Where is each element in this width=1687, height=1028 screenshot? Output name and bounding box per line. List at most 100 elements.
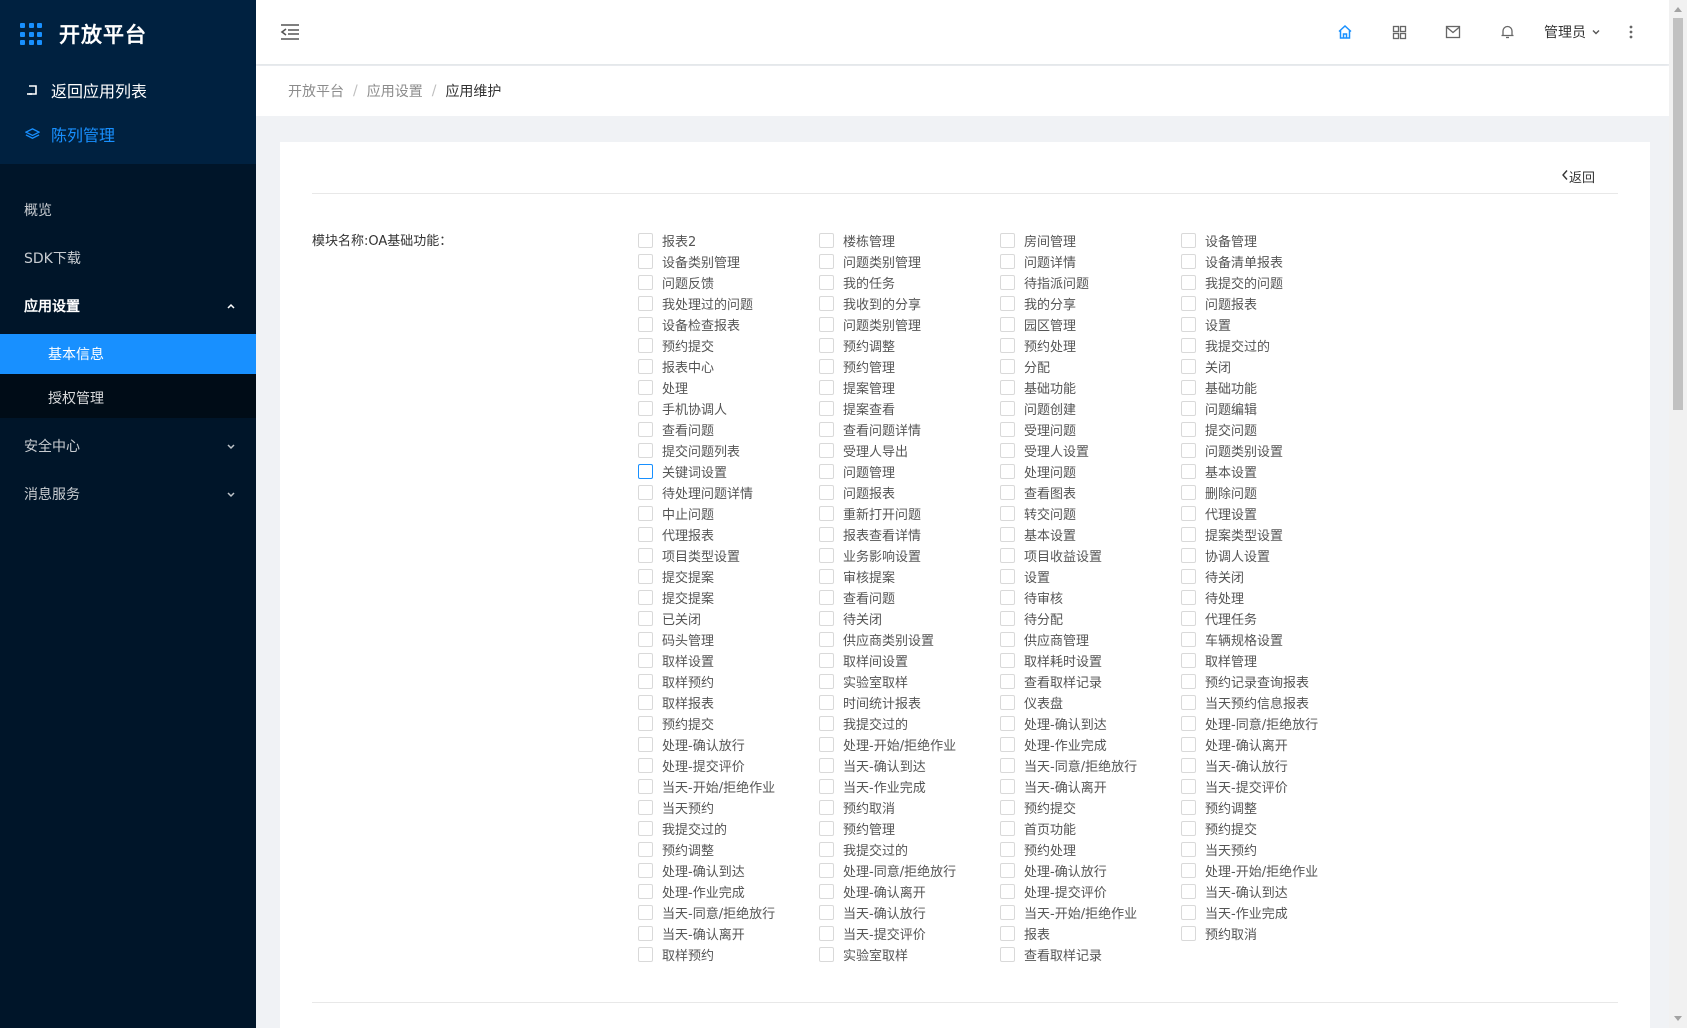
checkbox[interactable] <box>1000 884 1015 899</box>
checkbox[interactable] <box>1000 758 1015 773</box>
checkbox[interactable] <box>819 275 834 290</box>
permission-checkbox-item[interactable]: 我的任务 <box>819 272 1000 293</box>
permission-checkbox-item[interactable]: 处理问题 <box>1000 461 1181 482</box>
checkbox[interactable] <box>1181 590 1196 605</box>
permission-checkbox-item[interactable]: 我处理过的问题 <box>638 293 819 314</box>
checkbox[interactable] <box>1000 674 1015 689</box>
checkbox[interactable] <box>819 422 834 437</box>
checkbox[interactable] <box>1000 737 1015 752</box>
permission-checkbox-item[interactable]: 查看问题 <box>819 587 1000 608</box>
permission-checkbox-item[interactable]: 报表 <box>1000 923 1181 944</box>
permission-checkbox-item[interactable]: 取样耗时设置 <box>1000 650 1181 671</box>
permission-checkbox-item[interactable]: 查看取样记录 <box>1000 944 1181 965</box>
checkbox[interactable] <box>638 800 653 815</box>
permission-checkbox-item[interactable]: 取样报表 <box>638 692 819 713</box>
checkbox[interactable] <box>638 548 653 563</box>
checkbox[interactable] <box>1181 821 1196 836</box>
permission-checkbox-item[interactable]: 车辆规格设置 <box>1181 629 1362 650</box>
permission-checkbox-item[interactable]: 当天-同意/拒绝放行 <box>1000 755 1181 776</box>
checkbox[interactable] <box>638 527 653 542</box>
permission-checkbox-item[interactable]: 重新打开问题 <box>819 503 1000 524</box>
home-icon[interactable] <box>1318 0 1372 64</box>
checkbox[interactable] <box>819 863 834 878</box>
permission-checkbox-item[interactable]: 受理问题 <box>1000 419 1181 440</box>
menu-fold-icon[interactable] <box>280 21 302 43</box>
checkbox[interactable] <box>1000 275 1015 290</box>
breadcrumb-item-app-settings[interactable]: 应用设置 <box>367 81 423 101</box>
checkbox[interactable] <box>1181 275 1196 290</box>
permission-checkbox-item[interactable]: 已关闭 <box>638 608 819 629</box>
checkbox[interactable] <box>638 254 653 269</box>
checkbox[interactable] <box>819 842 834 857</box>
checkbox[interactable] <box>638 716 653 731</box>
permission-checkbox-item[interactable]: 当天-确认到达 <box>1181 881 1362 902</box>
permission-checkbox-item[interactable]: 待指派问题 <box>1000 272 1181 293</box>
permission-checkbox-item[interactable]: 当天-确认放行 <box>819 902 1000 923</box>
checkbox[interactable] <box>1000 569 1015 584</box>
permission-checkbox-item[interactable]: 预约调整 <box>819 335 1000 356</box>
checkbox[interactable] <box>638 695 653 710</box>
menu-item-app-settings[interactable]: 应用设置 <box>0 282 256 330</box>
permission-checkbox-item[interactable]: 当天-确认到达 <box>819 755 1000 776</box>
checkbox[interactable] <box>1000 338 1015 353</box>
checkbox[interactable] <box>819 506 834 521</box>
permission-checkbox-item[interactable]: 处理-同意/拒绝放行 <box>1181 713 1362 734</box>
checkbox[interactable] <box>638 737 653 752</box>
permission-checkbox-item[interactable]: 预约记录查询报表 <box>1181 671 1362 692</box>
checkbox[interactable] <box>1181 632 1196 647</box>
checkbox[interactable] <box>1000 443 1015 458</box>
checkbox[interactable] <box>819 233 834 248</box>
permission-checkbox-item[interactable]: 问题创建 <box>1000 398 1181 419</box>
checkbox[interactable] <box>1000 779 1015 794</box>
checkbox[interactable] <box>1000 926 1015 941</box>
permission-checkbox-item[interactable]: 提交问题 <box>1181 419 1362 440</box>
checkbox[interactable] <box>638 653 653 668</box>
permission-checkbox-item[interactable]: 园区管理 <box>1000 314 1181 335</box>
permission-checkbox-item[interactable]: 问题编辑 <box>1181 398 1362 419</box>
checkbox[interactable] <box>1000 401 1015 416</box>
permission-checkbox-item[interactable]: 当天-作业完成 <box>1181 902 1362 923</box>
checkbox[interactable] <box>1181 254 1196 269</box>
permission-checkbox-item[interactable]: 问题详情 <box>1000 251 1181 272</box>
checkbox[interactable] <box>638 464 653 479</box>
checkbox[interactable] <box>1181 716 1196 731</box>
permission-checkbox-item[interactable]: 码头管理 <box>638 629 819 650</box>
permission-checkbox-item[interactable]: 预约提交 <box>1181 818 1362 839</box>
checkbox[interactable] <box>1000 233 1015 248</box>
checkbox[interactable] <box>1181 758 1196 773</box>
permission-checkbox-item[interactable]: 当天-作业完成 <box>819 776 1000 797</box>
checkbox[interactable] <box>638 233 653 248</box>
checkbox[interactable] <box>1181 422 1196 437</box>
checkbox[interactable] <box>1000 590 1015 605</box>
permission-checkbox-item[interactable]: 预约处理 <box>1000 335 1181 356</box>
checkbox[interactable] <box>638 275 653 290</box>
checkbox[interactable] <box>819 254 834 269</box>
checkbox[interactable] <box>1000 863 1015 878</box>
checkbox[interactable] <box>1181 338 1196 353</box>
permission-checkbox-item[interactable]: 我提交过的 <box>819 839 1000 860</box>
checkbox[interactable] <box>638 926 653 941</box>
permission-checkbox-item[interactable]: 处理-确认到达 <box>638 860 819 881</box>
permission-checkbox-item[interactable]: 待审核 <box>1000 587 1181 608</box>
checkbox[interactable] <box>1000 380 1015 395</box>
permission-checkbox-item[interactable]: 受理人设置 <box>1000 440 1181 461</box>
checkbox[interactable] <box>638 632 653 647</box>
sub-item-basic-info[interactable]: 基本信息 <box>0 334 256 374</box>
permission-checkbox-item[interactable]: 当天-提交评价 <box>1181 776 1362 797</box>
permission-checkbox-item[interactable]: 当天-开始/拒绝作业 <box>1000 902 1181 923</box>
checkbox[interactable] <box>638 359 653 374</box>
permission-checkbox-item[interactable]: 设备检查报表 <box>638 314 819 335</box>
permission-checkbox-item[interactable]: 预约提交 <box>638 335 819 356</box>
permission-checkbox-item[interactable]: 查看图表 <box>1000 482 1181 503</box>
checkbox[interactable] <box>1181 233 1196 248</box>
checkbox[interactable] <box>819 443 834 458</box>
permission-checkbox-item[interactable]: 处理-确认离开 <box>1181 734 1362 755</box>
permission-checkbox-item[interactable]: 处理-提交评价 <box>1000 881 1181 902</box>
permission-checkbox-item[interactable]: 处理-提交评价 <box>638 755 819 776</box>
permission-checkbox-item[interactable]: 报表2 <box>638 230 819 251</box>
checkbox[interactable] <box>1181 380 1196 395</box>
checkbox[interactable] <box>638 296 653 311</box>
checkbox[interactable] <box>819 632 834 647</box>
permission-checkbox-item[interactable]: 取样管理 <box>1181 650 1362 671</box>
checkbox[interactable] <box>1181 653 1196 668</box>
